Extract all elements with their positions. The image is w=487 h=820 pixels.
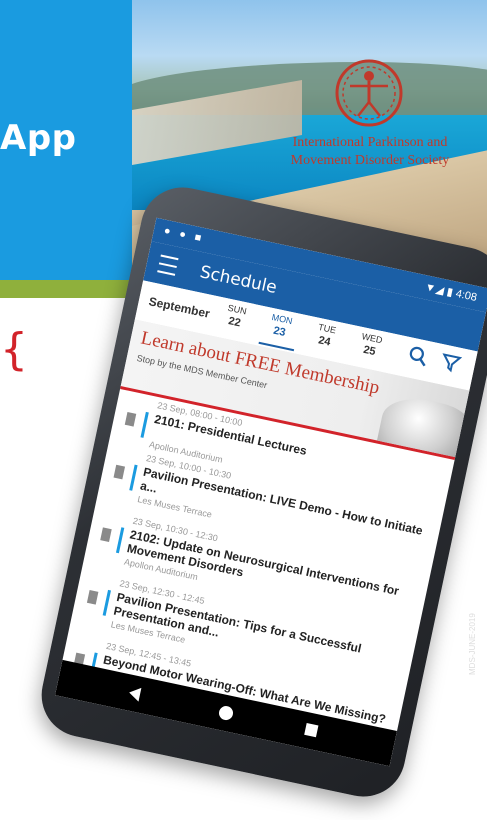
phone-device: ● ● ■ ▼◢ ▮ 4:08 Schedule September SUN 2… [33, 179, 487, 805]
day-tab-wed[interactable]: WED 25 [351, 330, 391, 361]
day-tab-sun[interactable]: SUN 22 [216, 301, 256, 332]
home-icon[interactable] [217, 704, 235, 722]
session-accent [102, 589, 111, 616]
phone-wrap: ● ● ■ ▼◢ ▮ 4:08 Schedule September SUN 2… [0, 0, 487, 820]
day-tab-tue[interactable]: TUE 24 [306, 320, 346, 351]
bookmark-icon[interactable] [100, 527, 112, 542]
bookmark-icon[interactable] [86, 590, 99, 605]
day-num: 23 [272, 324, 287, 339]
back-icon[interactable] [127, 685, 142, 702]
status-icons-left: ● ● ■ [162, 224, 206, 246]
day-tab-mon[interactable]: MON 23 [258, 310, 301, 352]
app-title: Schedule [198, 262, 279, 299]
bookmark-icon[interactable] [113, 464, 126, 480]
recent-apps-icon[interactable] [304, 723, 319, 738]
month-label: September [147, 294, 212, 321]
day-num: 24 [317, 334, 332, 349]
session-accent [115, 527, 125, 554]
filter-icon[interactable] [439, 351, 463, 375]
day-num: 25 [362, 343, 377, 359]
hamburger-icon[interactable] [157, 254, 179, 276]
session-accent [129, 464, 138, 491]
session-accent [140, 411, 149, 438]
day-num: 22 [227, 315, 242, 330]
bookmark-icon[interactable] [124, 411, 137, 427]
phone-screen: ● ● ■ ▼◢ ▮ 4:08 Schedule September SUN 2… [55, 217, 487, 767]
search-icon[interactable] [405, 343, 431, 369]
